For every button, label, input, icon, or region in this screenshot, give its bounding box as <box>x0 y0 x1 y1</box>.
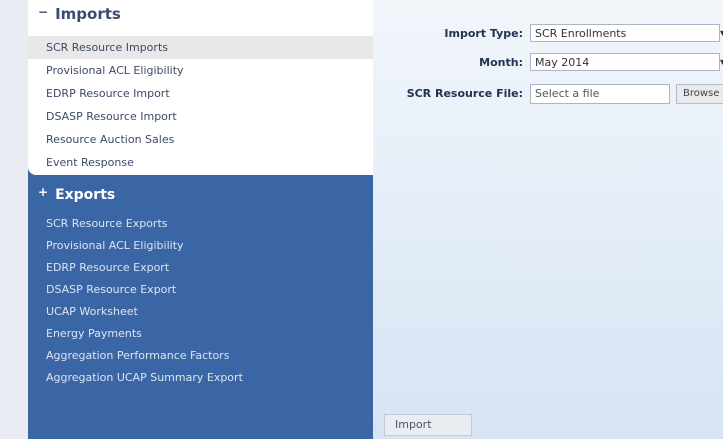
month-label: Month: <box>479 56 523 69</box>
nav-item-ucap-worksheet[interactable]: UCAP Worksheet <box>28 301 373 323</box>
exports-heading: Exports <box>55 187 116 203</box>
import-type-value: SCR Enrollments <box>535 27 627 40</box>
nav-item-provisional-acl-eligibility-import[interactable]: Provisional ACL Eligibility <box>28 59 373 82</box>
nav-item-aggregation-performance-factors[interactable]: Aggregation Performance Factors <box>28 345 373 367</box>
sidebar-edge <box>0 0 28 439</box>
browse-button[interactable]: Browse <box>676 84 723 104</box>
nav-item-energy-payments[interactable]: Energy Payments <box>28 323 373 345</box>
import-button[interactable]: Import <box>384 414 472 436</box>
nav-item-dsasp-resource-import[interactable]: DSASP Resource Import <box>28 105 373 128</box>
import-type-label: Import Type: <box>444 27 523 40</box>
nav-item-resource-auction-sales[interactable]: Resource Auction Sales <box>28 128 373 151</box>
month-row: Month: May 2014 ▾ <box>373 53 723 73</box>
nav-item-scr-resource-exports[interactable]: SCR Resource Exports <box>28 213 373 235</box>
nav-item-dsasp-resource-export[interactable]: DSASP Resource Export <box>28 279 373 301</box>
import-type-select[interactable]: SCR Enrollments ▾ <box>530 24 723 42</box>
file-label: SCR Resource File: <box>406 87 523 100</box>
imports-section-header[interactable]: − Imports <box>38 5 121 23</box>
exports-list: SCR Resource Exports Provisional ACL Eli… <box>28 213 373 389</box>
collapse-icon: − <box>38 5 49 19</box>
nav-item-provisional-acl-eligibility-export[interactable]: Provisional ACL Eligibility <box>28 235 373 257</box>
nav-item-event-response[interactable]: Event Response <box>28 151 373 174</box>
expand-icon: + <box>38 185 49 199</box>
nav-item-scr-resource-imports[interactable]: SCR Resource Imports <box>28 36 373 59</box>
month-value: May 2014 <box>535 56 590 69</box>
import-form-panel: Import Type: SCR Enrollments ▾ Month: Ma… <box>373 0 723 439</box>
nav-item-aggregation-ucap-summary-export[interactable]: Aggregation UCAP Summary Export <box>28 367 373 389</box>
nav-item-edrp-resource-export[interactable]: EDRP Resource Export <box>28 257 373 279</box>
imports-list: SCR Resource Imports Provisional ACL Eli… <box>28 36 373 174</box>
file-row: SCR Resource File: Select a file Browse <box>373 84 723 104</box>
file-input[interactable]: Select a file <box>530 84 670 104</box>
imports-heading: Imports <box>55 5 121 23</box>
month-select[interactable]: May 2014 ▾ <box>530 53 723 71</box>
nav-item-edrp-resource-import[interactable]: EDRP Resource Import <box>28 82 373 105</box>
import-type-row: Import Type: SCR Enrollments ▾ <box>373 24 723 44</box>
exports-section-header[interactable]: + Exports <box>38 185 116 203</box>
